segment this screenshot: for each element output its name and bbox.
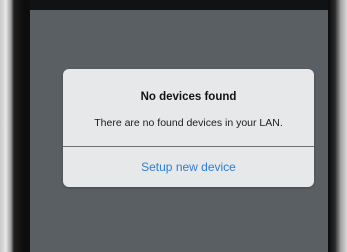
- dialog-body: No devices found There are no found devi…: [63, 69, 314, 146]
- setup-new-device-button[interactable]: Setup new device: [63, 147, 314, 187]
- dialog-title: No devices found: [140, 91, 237, 103]
- no-devices-alert-dialog: No devices found There are no found devi…: [63, 69, 314, 187]
- status-bar: [30, 0, 328, 10]
- dialog-message: There are no found devices in your LAN.: [94, 117, 283, 129]
